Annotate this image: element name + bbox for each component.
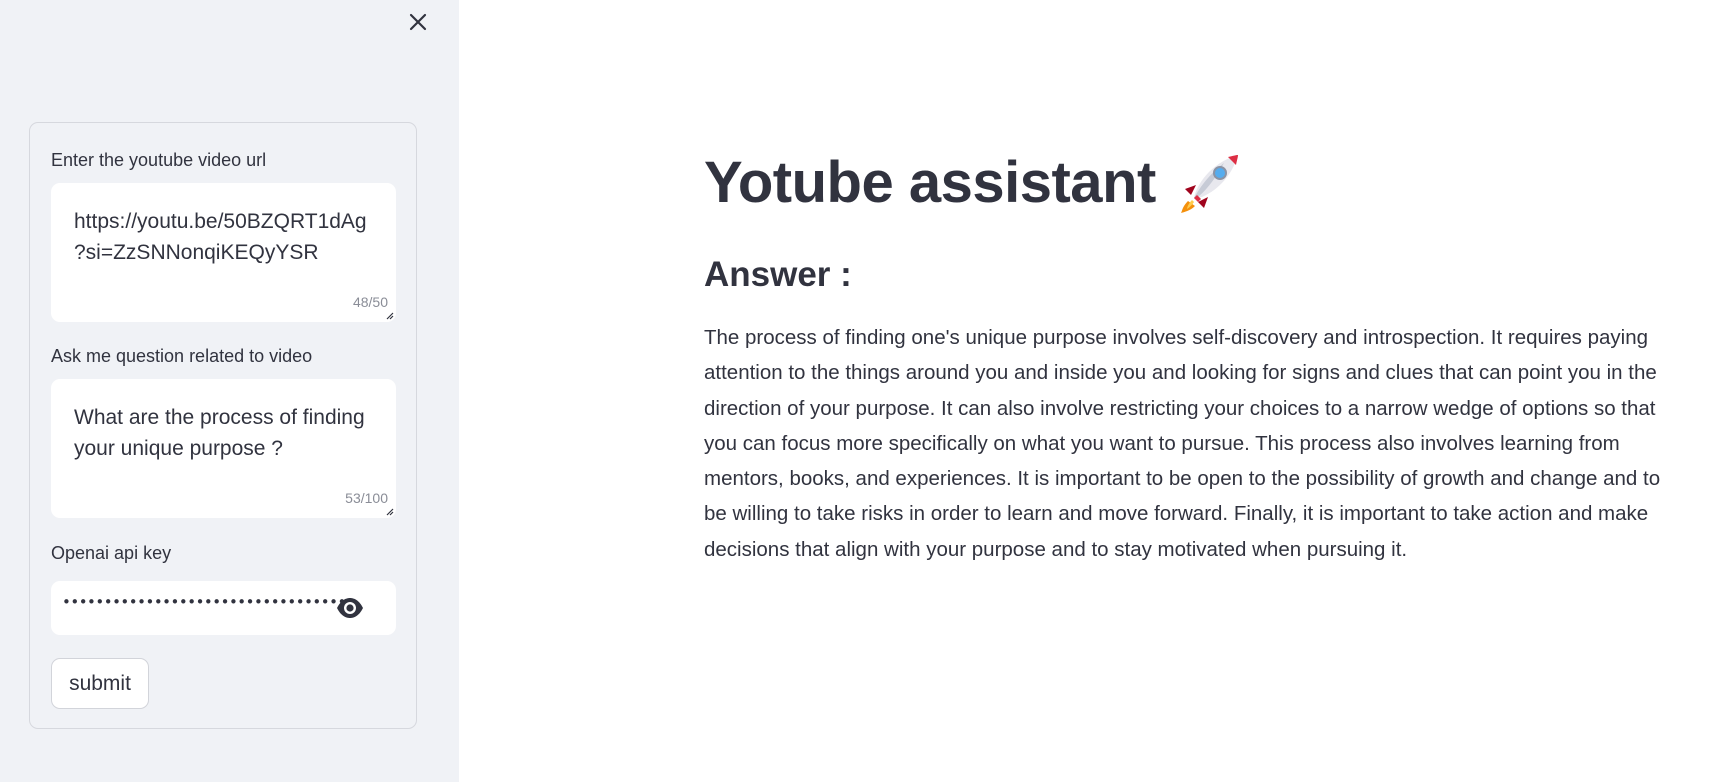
sidebar: Enter the youtube video url https://yout…	[0, 0, 459, 782]
close-sidebar-button[interactable]	[405, 9, 431, 35]
question-char-counter: 53/100	[345, 490, 388, 506]
eye-icon[interactable]	[336, 595, 364, 621]
page-title-text: Yotube assistant	[704, 150, 1156, 215]
api-key-masked-value: •••••••••••••••••••••••••••••••••••	[62, 593, 355, 611]
submit-button[interactable]: submit	[51, 658, 149, 709]
question-field-label: Ask me question related to video	[51, 346, 313, 366]
api-key-input[interactable]: •••••••••••••••••••••••••••••••••••	[51, 581, 396, 635]
answer-subheader: Answer :	[704, 255, 852, 294]
url-input-value: https://youtu.be/50BZQRT1dAg?si=ZzSNNonq…	[74, 210, 367, 264]
answer-text: The process of finding one's unique purp…	[704, 326, 1661, 561]
url-input[interactable]: https://youtu.be/50BZQRT1dAg?si=ZzSNNonq…	[51, 183, 396, 322]
url-char-counter: 48/50	[352, 294, 388, 310]
resize-handle-icon[interactable]	[385, 311, 394, 320]
url-field-label: Enter the youtube video url	[51, 150, 267, 170]
input-form: Enter the youtube video url https://yout…	[29, 122, 417, 729]
resize-handle-icon[interactable]	[385, 507, 394, 516]
api-key-field-label: Openai api key	[51, 543, 172, 563]
question-input-value: What are the process of finding your uni…	[74, 406, 365, 460]
question-input[interactable]: What are the process of finding your uni…	[51, 379, 396, 518]
page-title: Yotube assistant	[704, 150, 1242, 216]
rocket-icon	[1180, 155, 1238, 213]
close-icon	[409, 13, 427, 31]
